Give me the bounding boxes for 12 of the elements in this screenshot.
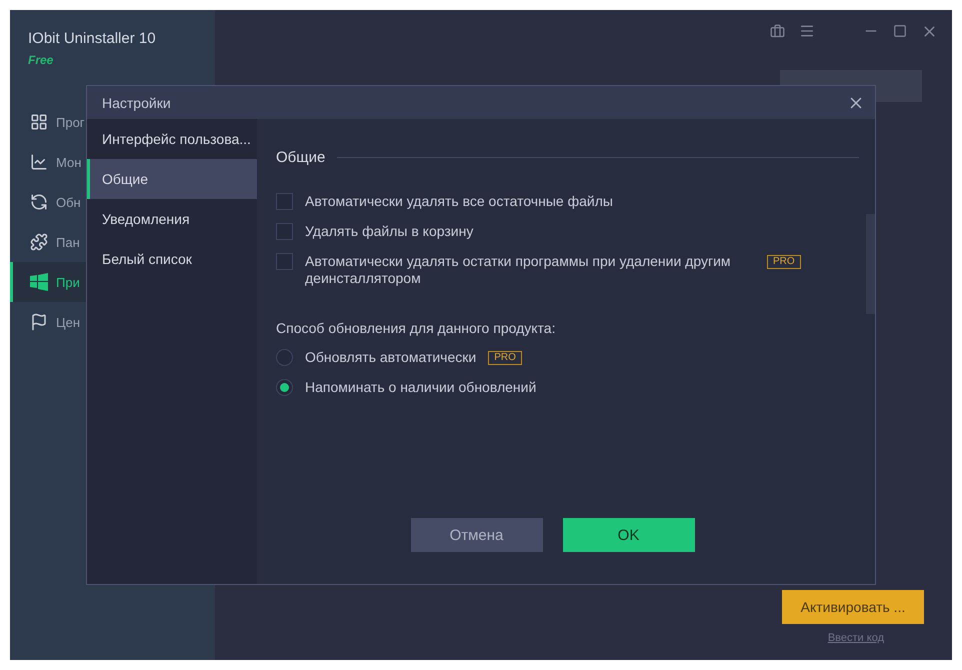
- option-label: Автоматически удалять все остаточные файлы: [305, 193, 613, 210]
- edition-label: Free: [28, 53, 54, 67]
- section-title: Общие: [276, 149, 326, 166]
- update-method-label: Способ обновления для данного продукта:: [276, 320, 556, 336]
- dialog-title: Настройки: [102, 94, 171, 110]
- pro-badge: PRO: [488, 351, 522, 365]
- pro-badge: PRO: [767, 255, 801, 269]
- option-label: Напоминать о наличии обновлений: [305, 379, 536, 396]
- option-label: Обновлять автоматически: [305, 349, 476, 366]
- option-label: Автоматически удалять остатки программы при удалении другим деинсталлятором: [305, 253, 732, 287]
- app-title: IObit Uninstaller 10: [28, 30, 157, 47]
- option-label: Удалять файлы в корзину: [305, 223, 474, 240]
